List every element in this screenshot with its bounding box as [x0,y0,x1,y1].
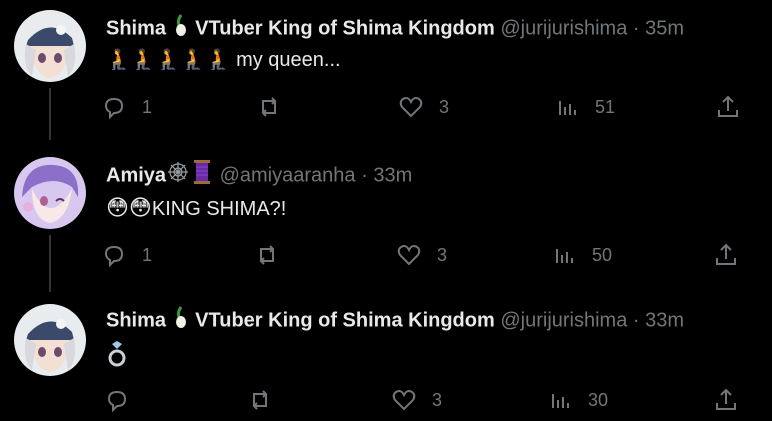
timestamp[interactable]: 33m [645,309,684,331]
tweet-text-content: KING SHIMA?! [151,198,287,220]
tweet-text-content: my queen... [236,49,341,71]
timestamp[interactable]: 33m [373,164,412,186]
reply-icon [104,245,124,268]
user-handle[interactable]: @amiyaaranha [220,164,356,186]
like-button[interactable]: 3 [397,91,449,123]
tweet-header: Amiya @amiyaaranha · 33m [106,159,412,193]
person-kneeling-emoji-icon: 🧎🧎🧎🧎🧎 [106,49,231,71]
heart-icon [399,97,423,118]
share-upload-icon [716,388,736,410]
like-button[interactable]: 3 [395,239,447,271]
views-button[interactable]: 50 [550,239,612,271]
reply-icon [107,390,127,413]
display-name-suffix[interactable]: VTuber King of Shima Kingdom [195,17,495,39]
like-count: 3 [432,389,443,410]
heart-icon [392,390,416,411]
user-handle[interactable]: @jurijurishima [500,309,627,331]
like-count: 3 [437,244,448,265]
avatar[interactable] [14,10,86,82]
user-handle[interactable]: @jurijurishima [500,17,627,39]
tweet[interactable]: Amiya @amiyaaranha · 33m 😳😳KING SHIMA?! … [0,146,772,292]
repost-icon [252,390,268,410]
reply-icon [104,97,124,120]
views-chart-icon [552,394,569,408]
tweet-actions: 3 30 [100,384,750,416]
thread-connector [49,88,51,140]
thread-connector [49,235,51,292]
reply-button[interactable]: 1 [100,91,152,123]
views-count: 30 [588,389,609,410]
flushed-face-emoji-icon: 😳😳 [106,195,152,220]
spider-web-emoji-icon [166,160,190,192]
repost-button[interactable] [253,239,295,271]
avatar-image [14,10,86,82]
tweet-actions: 1 3 50 [100,239,750,271]
avatar-image [14,304,86,376]
share-upload-icon [718,95,738,117]
reply-button[interactable]: 1 [100,239,152,271]
views-chart-icon [559,101,576,115]
repost-icon [259,245,275,265]
separator-dot: · [632,309,640,332]
tweet-actions: 1 3 51 [100,91,750,123]
share-button[interactable] [712,384,740,416]
repost-button[interactable] [255,91,297,123]
reply-count: 1 [142,96,153,117]
heart-icon [397,245,421,266]
views-count: 51 [595,96,616,117]
display-name-suffix[interactable]: VTuber King of Shima Kingdom [195,309,495,331]
leafy-onion-emoji-icon [172,305,190,337]
thread-spool-emoji-icon [190,159,214,193]
avatar[interactable] [14,304,86,376]
reply-count: 1 [142,244,153,265]
share-button[interactable] [712,239,740,271]
tweet-text: 🧎🧎🧎🧎🧎 my queen... [106,47,341,73]
tweet-header: Shima VTuber King of Shima Kingdom @juri… [106,305,684,337]
separator-dot: · [632,17,640,40]
tweet-text: 😳😳KING SHIMA?! [106,195,286,222]
repost-button[interactable] [246,384,274,416]
share-upload-icon [716,243,736,265]
like-count: 3 [439,96,450,117]
tweet[interactable]: Shima VTuber King of Shima Kingdom @juri… [0,292,772,421]
avatar-image [14,157,86,229]
tweet-text [106,340,128,375]
views-chart-icon [556,249,573,263]
views-button[interactable]: 51 [553,91,615,123]
like-button[interactable]: 3 [390,384,442,416]
repost-icon [261,97,277,117]
views-button[interactable]: 30 [546,384,608,416]
tweet-header: Shima VTuber King of Shima Kingdom @juri… [106,13,684,45]
separator-dot: · [361,164,368,187]
reply-button[interactable] [103,384,131,416]
timestamp[interactable]: 35m [645,17,684,39]
views-count: 50 [592,244,613,265]
display-name[interactable]: Amiya [106,164,166,186]
avatar[interactable] [14,157,86,229]
display-name[interactable]: Shima [106,309,166,331]
leafy-onion-emoji-icon [172,13,190,45]
tweet[interactable]: Shima VTuber King of Shima Kingdom @juri… [0,0,772,140]
ring-emoji-icon [106,341,128,373]
share-button[interactable] [714,91,742,123]
display-name[interactable]: Shima [106,17,166,39]
